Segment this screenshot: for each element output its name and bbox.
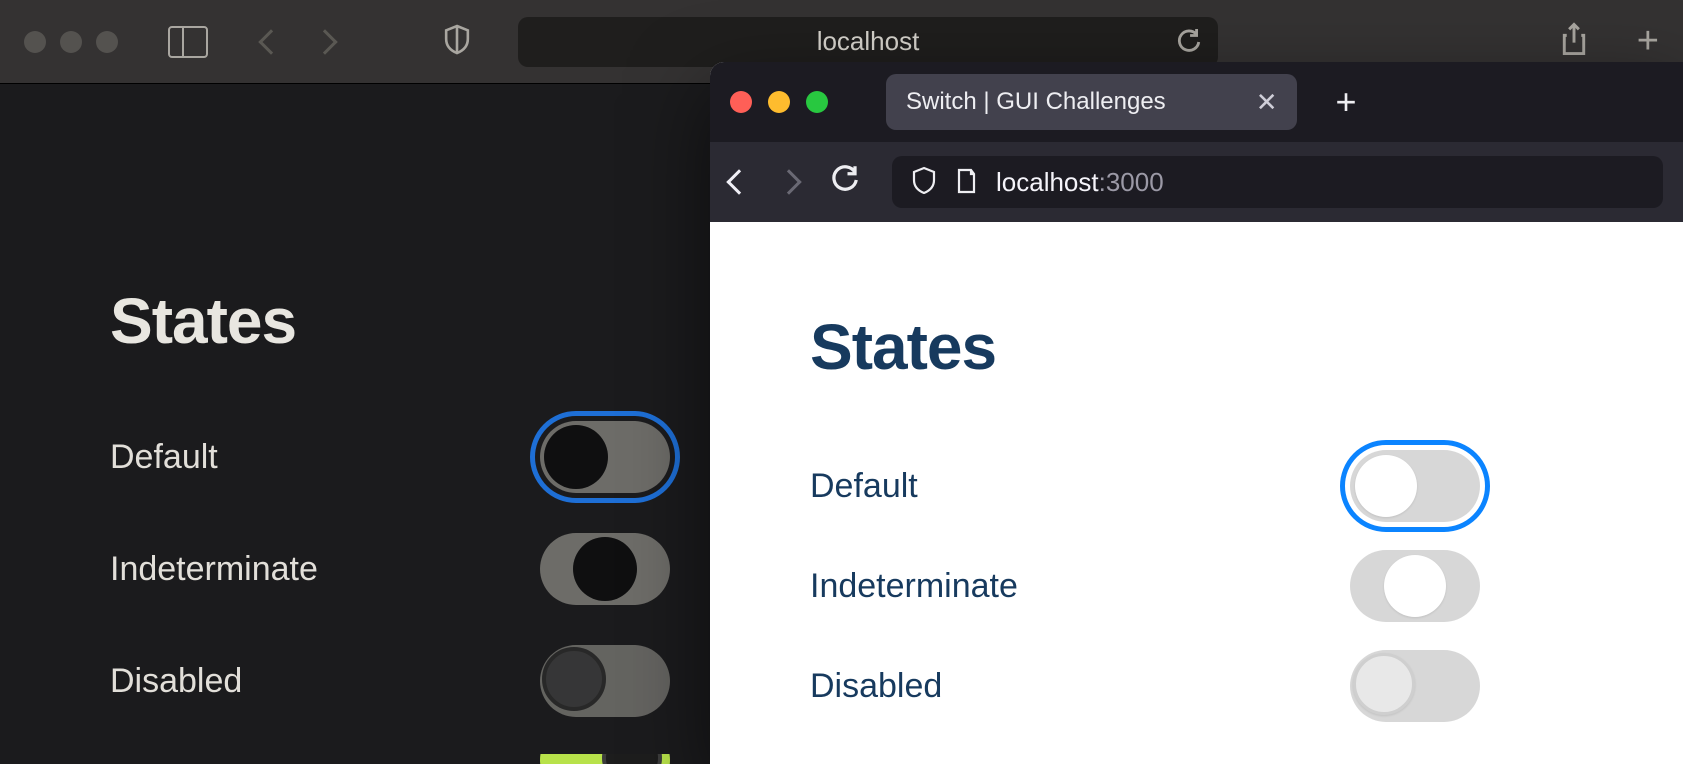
- site-info-icon[interactable]: [954, 166, 978, 199]
- switch-thumb: [544, 425, 608, 489]
- state-row-default: Default: [110, 418, 670, 496]
- privacy-shield-icon[interactable]: [444, 23, 470, 60]
- safari-address-bar[interactable]: localhost: [518, 17, 1218, 67]
- switch-indeterminate[interactable]: [1350, 550, 1480, 622]
- state-row-indeterminate: Indeterminate: [110, 530, 670, 608]
- firefox-traffic-lights: [730, 91, 828, 113]
- state-row-indeterminate: Indeterminate: [810, 536, 1480, 636]
- url-host: localhost: [996, 167, 1099, 197]
- state-label: Default: [810, 467, 918, 506]
- switch-thumb: [573, 537, 637, 601]
- tab-title: Switch | GUI Challenges: [906, 88, 1166, 116]
- state-label: Disabled: [110, 662, 242, 701]
- firefox-nav-buttons: [730, 165, 860, 200]
- state-row-disabled: Disabled: [110, 642, 670, 720]
- switch-default[interactable]: [1350, 450, 1480, 522]
- traffic-minimize-icon[interactable]: [768, 91, 790, 113]
- reload-icon[interactable]: [1176, 29, 1202, 55]
- firefox-page-content: States Default Indeterminate Disabled: [710, 222, 1683, 764]
- back-button[interactable]: [258, 29, 283, 54]
- firefox-toolbar: localhost:3000: [710, 142, 1683, 222]
- state-label: Indeterminate: [810, 567, 1018, 606]
- switch-thumb: [602, 754, 662, 764]
- url-port: :3000: [1099, 167, 1164, 197]
- state-label: Disabled: [810, 667, 942, 706]
- page-title: States: [810, 310, 1583, 384]
- firefox-tabstrip: Switch | GUI Challenges ✕ +: [710, 62, 1683, 142]
- switch-thumb: [1353, 653, 1415, 715]
- traffic-close-icon[interactable]: [730, 91, 752, 113]
- switch-thumb: [1355, 455, 1417, 517]
- reload-icon[interactable]: [830, 165, 860, 200]
- tab-close-icon[interactable]: ✕: [1256, 87, 1278, 118]
- traffic-zoom-icon[interactable]: [96, 31, 118, 53]
- state-row-disabled-checked: [110, 754, 670, 764]
- traffic-close-icon[interactable]: [24, 31, 46, 53]
- tracking-shield-icon[interactable]: [912, 166, 936, 199]
- state-label: Indeterminate: [110, 550, 318, 589]
- state-row-disabled: Disabled: [810, 636, 1480, 736]
- safari-nav-buttons: [262, 33, 334, 51]
- share-icon[interactable]: [1559, 22, 1589, 61]
- browser-tab[interactable]: Switch | GUI Challenges ✕: [886, 74, 1297, 130]
- switch-thumb: [542, 647, 606, 711]
- forward-button[interactable]: [776, 169, 801, 194]
- state-row-default: Default: [810, 436, 1480, 536]
- traffic-minimize-icon[interactable]: [60, 31, 82, 53]
- sidebar-toggle-button[interactable]: [168, 26, 208, 58]
- switch-indeterminate[interactable]: [540, 533, 670, 605]
- switch-disabled: [540, 645, 670, 717]
- traffic-zoom-icon[interactable]: [806, 91, 828, 113]
- switch-default[interactable]: [540, 421, 670, 493]
- firefox-window: Switch | GUI Challenges ✕ +: [710, 62, 1683, 764]
- forward-button[interactable]: [312, 29, 337, 54]
- new-tab-button[interactable]: +: [1335, 81, 1356, 123]
- new-tab-button[interactable]: +: [1637, 20, 1659, 63]
- switch-disabled-checked: [540, 754, 670, 764]
- switch-thumb: [1384, 555, 1446, 617]
- safari-traffic-lights: [24, 31, 118, 53]
- switch-disabled: [1350, 650, 1480, 722]
- state-label: Default: [110, 438, 218, 477]
- safari-url-text: localhost: [817, 26, 920, 57]
- firefox-address-bar[interactable]: localhost:3000: [892, 156, 1663, 208]
- back-button[interactable]: [726, 169, 751, 194]
